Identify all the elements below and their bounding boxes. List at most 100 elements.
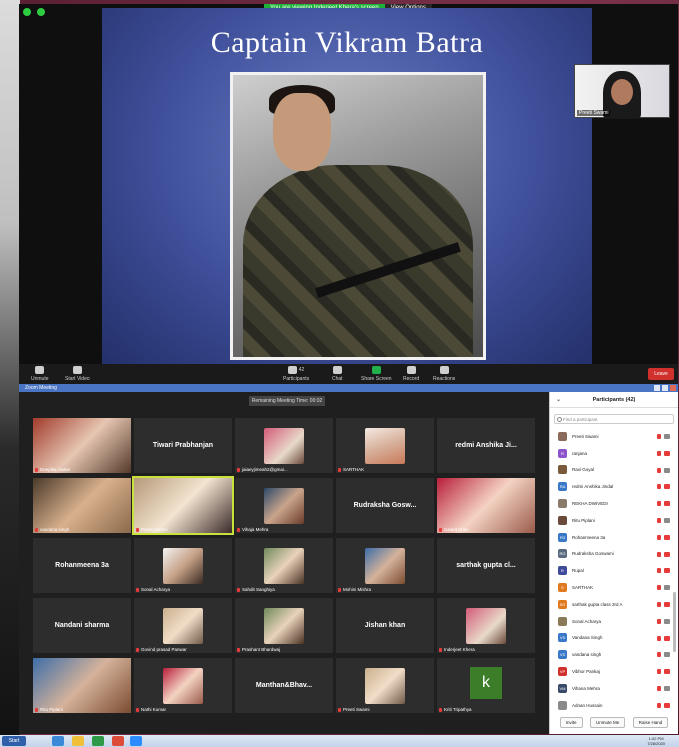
chat-button[interactable]: Chat: [332, 366, 343, 382]
participant-row[interactable]: Rranjana: [550, 445, 678, 462]
video-tile[interactable]: Jishan khan: [336, 598, 434, 653]
video-off-icon: [664, 484, 670, 490]
folder-icon[interactable]: [72, 736, 84, 746]
participant-status-icons: [657, 652, 670, 658]
maximize-icon[interactable]: [662, 385, 668, 391]
video-off-icon: [664, 450, 670, 456]
record-button[interactable]: Record: [403, 366, 419, 382]
tile-name-label: Nathi Kumar: [136, 707, 166, 712]
close-icon[interactable]: [670, 385, 676, 391]
video-tile[interactable]: Tiwari Prabhanjan: [134, 418, 232, 473]
participant-row[interactable]: RG Rudraksha Goswami: [550, 546, 678, 563]
chevron-down-icon[interactable]: ⌄: [556, 396, 562, 403]
tile-display-name: Nandani sharma: [54, 622, 110, 629]
tile-name-label: jaiaeyjimeah2@gmai...: [237, 467, 288, 472]
unmute-me-button[interactable]: Unmute Me: [589, 717, 626, 728]
participant-search-input[interactable]: Find a participant: [554, 414, 674, 424]
avatar: [558, 431, 567, 441]
unmute-button[interactable]: Unmute: [31, 366, 49, 382]
video-tile[interactable]: redmi Anshika Ji...: [437, 418, 535, 473]
tile-name-label: Inderjeet Khera: [439, 647, 475, 652]
video-tile[interactable]: SARTHAK: [336, 418, 434, 473]
leave-button[interactable]: Leave: [648, 368, 674, 380]
ie-icon[interactable]: [52, 736, 64, 746]
tile-name-label: vandana singh: [35, 527, 69, 532]
screen-share-window: You are viewing Inderjeet Khera's screen…: [19, 4, 678, 384]
muted-mic-icon: [237, 467, 240, 472]
participant-row[interactable]: Ritu Piplani: [550, 512, 678, 529]
start-video-button[interactable]: Start Video: [65, 366, 90, 382]
participant-status-icons: [657, 601, 670, 607]
participant-row[interactable]: SG sarthak gupta class 3rd A: [550, 596, 678, 613]
participant-row[interactable]: Adnan Hussain: [550, 697, 678, 714]
video-off-icon: [664, 534, 670, 540]
participant-row[interactable]: Ravi Goyal: [550, 462, 678, 479]
muted-mic-icon: [338, 707, 341, 712]
video-tile[interactable]: Nandani sharma: [33, 598, 131, 653]
reactions-button[interactable]: Reactions: [433, 366, 455, 382]
meeting-toolbar: Unmute Start Video 42 Participants Chat …: [19, 364, 678, 384]
muted-mic-icon: [657, 534, 661, 540]
video-tile[interactable]: Sonal Acharya: [134, 538, 232, 593]
participants-button[interactable]: 42 Participants: [283, 366, 309, 382]
video-tile[interactable]: Govind prasad Panwar: [134, 598, 232, 653]
media-icon[interactable]: [92, 736, 104, 746]
participant-row[interactable]: Sonal Acharya: [550, 613, 678, 630]
video-tile[interactable]: Preeti Swami: [132, 476, 234, 535]
video-tile[interactable]: Ritu Piplani: [33, 658, 131, 713]
video-tile[interactable]: Vihaja Mehra: [235, 478, 333, 533]
participant-row[interactable]: R3 Rohanmeena 3a: [550, 529, 678, 546]
participant-row[interactable]: VS Vandana Singh: [550, 630, 678, 647]
video-tile[interactable]: vandana singh: [33, 478, 131, 533]
avatar: [558, 499, 567, 509]
video-tile[interactable]: Sahdit Sanghiya: [235, 538, 333, 593]
participant-row[interactable]: REKHA DWIVEDI: [550, 495, 678, 512]
video-tile[interactable]: Rudraksha Gosw...: [336, 478, 434, 533]
participant-row[interactable]: Preeti Swami: [550, 428, 678, 445]
participant-row[interactable]: VM Vihana Mehra: [550, 680, 678, 697]
video-tile[interactable]: Preeti Swami: [336, 658, 434, 713]
muted-mic-icon: [136, 527, 139, 532]
tile-display-name: Jishan khan: [364, 622, 406, 629]
video-tile[interactable]: Prashant Bhardwaj: [235, 598, 333, 653]
video-tile[interactable]: Deepika Yadav: [33, 418, 131, 473]
participant-row[interactable]: RA redmi Anshika Jindal: [550, 478, 678, 495]
avatar: [558, 465, 567, 475]
video-tile[interactable]: Mohini Mishra: [336, 538, 434, 593]
avatar: R3: [558, 532, 567, 542]
zoom-icon[interactable]: [130, 736, 142, 746]
video-on-icon: [664, 652, 670, 658]
video-tile[interactable]: Rohanmeena 3a: [33, 538, 131, 593]
remaining-time: Remaining Meeting Time: 00:02: [249, 396, 325, 406]
participant-status-icons: [657, 585, 670, 591]
muted-mic-icon: [237, 647, 240, 652]
video-tile[interactable]: sarthak gupta cl...: [437, 538, 535, 593]
video-tile[interactable]: Manthan&Bhav...: [235, 658, 333, 713]
participant-list-scrollbar[interactable]: [673, 592, 676, 652]
participant-row[interactable]: VS vandana singh: [550, 646, 678, 663]
tile-name-label: Vihaja Mehra: [237, 527, 268, 532]
video-tile[interactable]: Inderjeet Khera: [437, 598, 535, 653]
participant-row[interactable]: S SARTHAK: [550, 579, 678, 596]
tile-name: jaiaeyjimeah2@gmai...: [242, 467, 288, 472]
tile-name-label: Prashant Bhardwaj: [237, 647, 280, 652]
invite-button[interactable]: Invite: [559, 717, 583, 728]
video-tile[interactable]: k Kriti Tripathya: [437, 658, 535, 713]
video-on-icon: [664, 585, 670, 591]
participant-status-icons: [657, 702, 670, 708]
share-screen-icon: [371, 366, 381, 374]
info-icon[interactable]: [23, 8, 31, 16]
chrome-icon[interactable]: [112, 736, 124, 746]
share-screen-button[interactable]: Share Screen: [361, 366, 392, 382]
participant-row[interactable]: VP Vibhor Pankaj: [550, 663, 678, 680]
video-tile[interactable]: jaiaeyjimeah2@gmai...: [235, 418, 333, 473]
start-button[interactable]: Start: [2, 736, 26, 746]
raise-hand-button[interactable]: Raise Hand: [632, 717, 669, 728]
self-view-thumbnail[interactable]: Preeti Swami: [574, 64, 670, 119]
shield-icon[interactable]: [37, 8, 45, 16]
participant-row[interactable]: R Rupal: [550, 562, 678, 579]
participant-video: [365, 667, 405, 704]
video-tile[interactable]: Gewrit Khan: [437, 478, 535, 533]
video-tile[interactable]: Nathi Kumar: [134, 658, 232, 713]
minimize-icon[interactable]: [654, 385, 660, 391]
